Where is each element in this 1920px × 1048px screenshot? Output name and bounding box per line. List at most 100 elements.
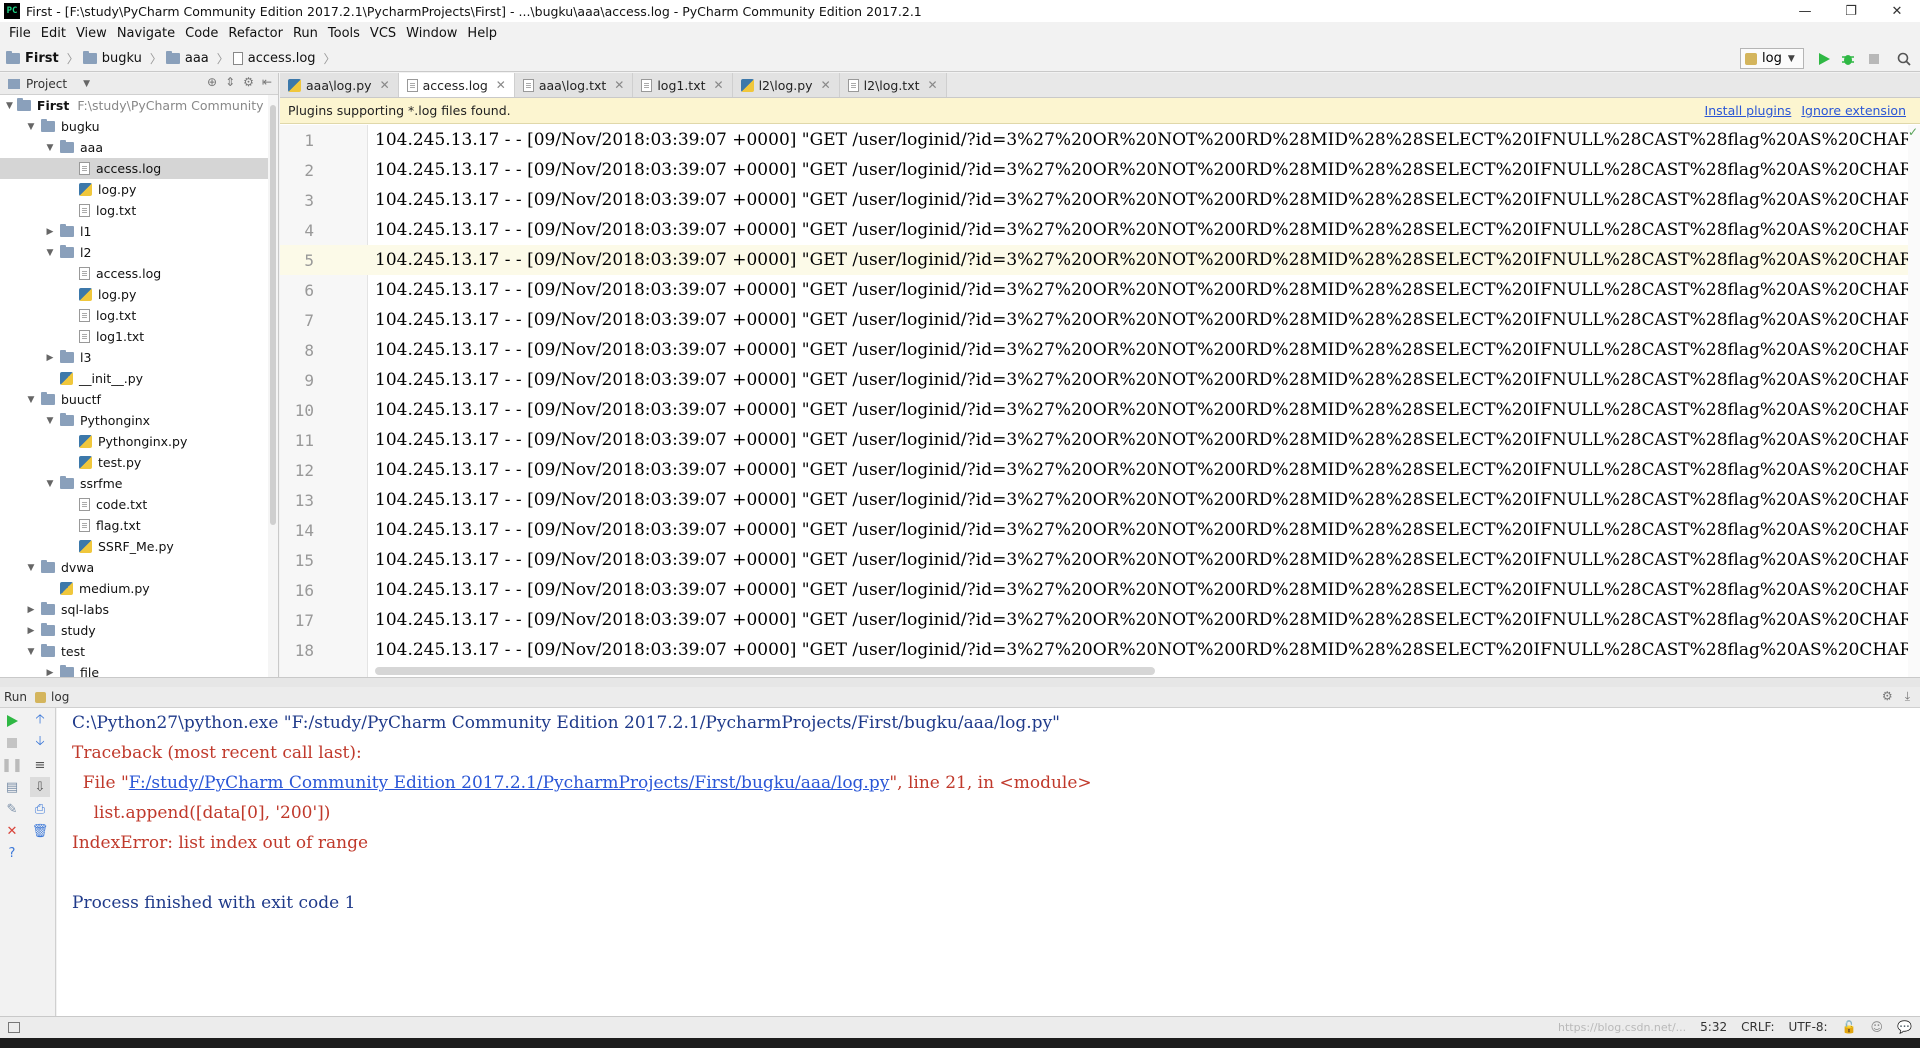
editor-tab[interactable]: log1.txt ✕ xyxy=(633,73,733,97)
tree-item[interactable]: ▼ test xyxy=(0,641,278,662)
project-view-selector[interactable]: Project xyxy=(26,77,67,91)
chevron-down-icon[interactable]: ▼ xyxy=(83,79,90,89)
chevron-down-icon[interactable]: ▼ xyxy=(44,479,56,489)
debug-button[interactable] xyxy=(1838,49,1858,69)
chevron-down-icon[interactable]: ▼ xyxy=(25,563,37,573)
tree-item[interactable]: ▼ l2 xyxy=(0,242,278,263)
close-tab-icon[interactable]: ✕ xyxy=(380,78,390,92)
breadcrumb-aaa[interactable]: aaa xyxy=(165,50,209,66)
menu-vcs[interactable]: VCS xyxy=(365,22,401,45)
code-editor[interactable]: 1 104.245.13.17 - - [09/Nov/2018:03:39:07… xyxy=(280,125,1920,677)
chevron-down-icon[interactable]: ▼ xyxy=(44,248,56,258)
editor-horizontal-scrollbar[interactable] xyxy=(375,667,1155,675)
tool-windows-toggle-icon[interactable] xyxy=(8,1022,20,1033)
code-line[interactable]: 13 104.245.13.17 - - [09/Nov/2018:03:39:0… xyxy=(280,485,1920,515)
chevron-right-icon[interactable]: ▶ xyxy=(44,668,56,678)
project-scrollbar[interactable] xyxy=(268,95,278,677)
close-tab-icon[interactable]: ✕ xyxy=(614,78,624,92)
chevron-right-icon[interactable]: ▶ xyxy=(44,353,56,363)
code-line[interactable]: 4 104.245.13.17 - - [09/Nov/2018:03:39:07… xyxy=(280,215,1920,245)
stop-run-button[interactable] xyxy=(2,733,22,753)
chevron-down-icon[interactable]: ▼ xyxy=(44,143,56,153)
code-line[interactable]: 10 104.245.13.17 - - [09/Nov/2018:03:39:0… xyxy=(280,395,1920,425)
line-separator[interactable]: CRLF: xyxy=(1741,1020,1774,1034)
chevron-right-icon[interactable]: ▶ xyxy=(44,227,56,237)
editor-tab[interactable]: aaa\log.py ✕ xyxy=(280,73,399,97)
code-line[interactable]: 2 104.245.13.17 - - [09/Nov/2018:03:39:07… xyxy=(280,155,1920,185)
close-tab-icon[interactable]: ✕ xyxy=(821,78,831,92)
tree-item[interactable]: flag.txt xyxy=(0,515,278,536)
inspector-icon[interactable]: ☺ xyxy=(1871,1020,1884,1034)
run-configuration-select[interactable]: log ▼ xyxy=(1740,48,1804,69)
code-line[interactable]: 18 104.245.13.17 - - [09/Nov/2018:03:39:0… xyxy=(280,635,1920,665)
chevron-down-icon[interactable]: ▼ xyxy=(25,395,37,405)
tree-item[interactable]: log.txt xyxy=(0,305,278,326)
help-button[interactable]: ? xyxy=(2,843,22,863)
minimize-button[interactable]: — xyxy=(1782,0,1828,22)
menu-refactor[interactable]: Refactor xyxy=(223,22,288,45)
tree-item[interactable]: log.py xyxy=(0,284,278,305)
breadcrumb-first[interactable]: First xyxy=(6,50,59,66)
lock-icon[interactable]: 🔓 xyxy=(1842,1020,1857,1034)
breadcrumb-bugku[interactable]: bugku xyxy=(82,50,142,66)
chevron-right-icon[interactable]: ▶ xyxy=(25,626,37,636)
menu-code[interactable]: Code xyxy=(180,22,223,45)
editor-tab[interactable]: aaa\log.txt ✕ xyxy=(514,73,634,97)
tree-item[interactable]: ▼ buuctf xyxy=(0,389,278,410)
code-line[interactable]: 3 104.245.13.17 - - [09/Nov/2018:03:39:07… xyxy=(280,185,1920,215)
close-button[interactable]: ✕ xyxy=(1874,0,1920,22)
panel-splitter[interactable] xyxy=(0,677,1920,687)
tree-item[interactable]: log.txt xyxy=(0,200,278,221)
install-plugins-link[interactable]: Install plugins xyxy=(1705,103,1792,118)
menu-edit[interactable]: Edit xyxy=(36,22,71,45)
code-line[interactable]: 16 104.245.13.17 - - [09/Nov/2018:03:39:0… xyxy=(280,575,1920,605)
code-line[interactable]: 7 104.245.13.17 - - [09/Nov/2018:03:39:07… xyxy=(280,305,1920,335)
tree-item[interactable]: access.log xyxy=(0,158,278,179)
pause-output-button[interactable]: ❚❚ xyxy=(1,755,23,775)
tree-item[interactable]: ▼ Pythonginx xyxy=(0,410,278,431)
tree-item[interactable]: log.py xyxy=(0,179,278,200)
pin-tab-button[interactable]: ✎ xyxy=(2,799,22,819)
tree-item[interactable]: ▶ l1 xyxy=(0,221,278,242)
editor-tab[interactable]: l2\log.txt ✕ xyxy=(839,73,947,97)
code-line[interactable]: 9 104.245.13.17 - - [09/Nov/2018:03:39:07… xyxy=(280,365,1920,395)
ignore-extension-link[interactable]: Ignore extension xyxy=(1801,103,1906,118)
menu-view[interactable]: View xyxy=(71,22,112,45)
scroll-from-source-icon[interactable]: ⊕ xyxy=(207,75,217,89)
caret-position[interactable]: 5:32 xyxy=(1700,1020,1727,1034)
clear-all-button[interactable]: 🗑 xyxy=(30,821,50,841)
tree-item[interactable]: ▼ ssrfme xyxy=(0,473,278,494)
chevron-down-icon[interactable]: ▼ xyxy=(6,101,13,111)
tree-item[interactable]: ▶ study xyxy=(0,620,278,641)
editor-tab[interactable]: l2\log.py ✕ xyxy=(732,73,840,97)
code-line[interactable]: 12 104.245.13.17 - - [09/Nov/2018:03:39:0… xyxy=(280,455,1920,485)
code-line[interactable]: 8 104.245.13.17 - - [09/Nov/2018:03:39:07… xyxy=(280,335,1920,365)
gear-icon[interactable]: ⚙ xyxy=(1882,689,1893,704)
close-tab-icon[interactable]: ✕ xyxy=(714,78,724,92)
stop-button[interactable] xyxy=(1864,49,1884,69)
search-everywhere-button[interactable] xyxy=(1894,49,1914,69)
tree-item[interactable]: ▶ sql-labs xyxy=(0,599,278,620)
code-line[interactable]: 6 104.245.13.17 - - [09/Nov/2018:03:39:07… xyxy=(280,275,1920,305)
menu-window[interactable]: Window xyxy=(401,22,462,45)
close-tab-icon[interactable]: ✕ xyxy=(928,78,938,92)
tree-item[interactable]: SSRF_Me.py xyxy=(0,536,278,557)
menu-navigate[interactable]: Navigate xyxy=(112,22,180,45)
menu-help[interactable]: Help xyxy=(462,22,502,45)
code-line[interactable]: 17 104.245.13.17 - - [09/Nov/2018:03:39:0… xyxy=(280,605,1920,635)
tree-item[interactable]: code.txt xyxy=(0,494,278,515)
close-tab-icon[interactable]: ✕ xyxy=(496,78,506,92)
soft-wrap-button[interactable]: ≡ xyxy=(30,755,50,775)
run-console-output[interactable]: C:\Python27\python.exe "F:/study/PyCharm… xyxy=(57,708,1920,1016)
tree-item[interactable]: Pythonginx.py xyxy=(0,431,278,452)
menu-file[interactable]: File xyxy=(4,22,36,45)
layout-button[interactable]: ▤ xyxy=(2,777,22,797)
tree-item[interactable]: ▼ First F:\study\PyCharm Community Editi xyxy=(0,95,278,116)
print-button[interactable]: ⎙ xyxy=(30,799,50,819)
tree-item[interactable]: ▼ aaa xyxy=(0,137,278,158)
tree-item[interactable]: ▶ l3 xyxy=(0,347,278,368)
run-tab-log[interactable]: log xyxy=(51,690,69,704)
chevron-down-icon[interactable]: ▼ xyxy=(25,122,37,132)
run-button[interactable] xyxy=(1814,49,1834,69)
scrollbar-thumb[interactable] xyxy=(270,105,276,525)
